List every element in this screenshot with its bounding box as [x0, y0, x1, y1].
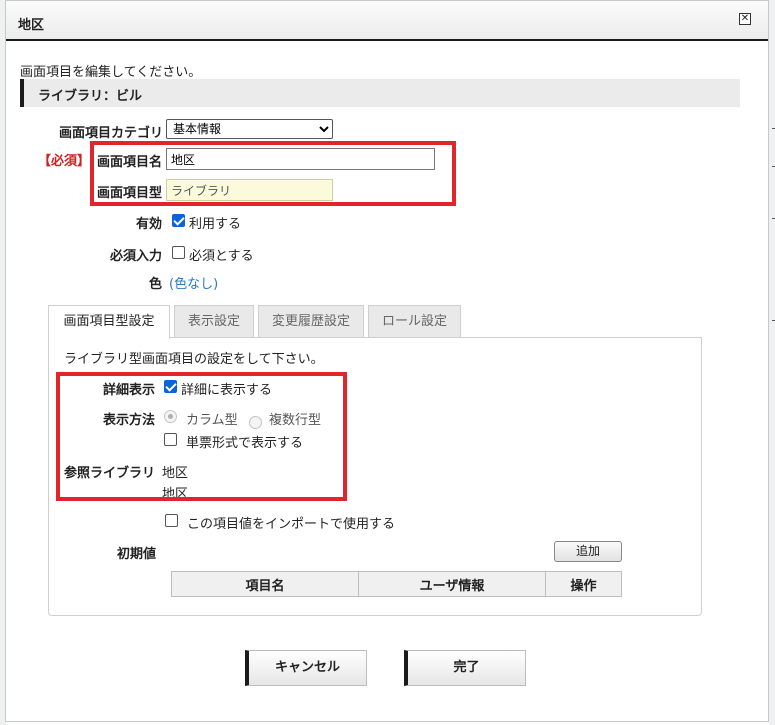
import-text: この項目値をインポートで使用する	[187, 517, 396, 532]
page-backdrop-right	[769, 0, 775, 725]
intro-text: 画面項目を編集してください。	[20, 65, 202, 80]
dialog-titlebar: 地区 ✕	[6, 1, 768, 41]
cancel-button[interactable]: キャンセル	[245, 650, 367, 686]
section-header: ライブラリ：ビル	[20, 79, 740, 107]
tab-display-settings[interactable]: 表示設定	[174, 305, 254, 338]
tab-role-settings[interactable]: ロール設定	[368, 305, 461, 338]
column-header-operation: 操作	[545, 571, 622, 597]
color-link[interactable]: (色なし)	[169, 273, 218, 292]
enabled-checkbox[interactable]	[172, 214, 185, 227]
required-badge: 【必須】	[38, 154, 91, 169]
panel-description: ライブラリ型画面項目の設定をして下さい。	[64, 352, 324, 367]
column-header-item-name: 項目名	[171, 571, 359, 597]
tab-item-type-settings[interactable]: 画面項目型設定	[48, 305, 170, 339]
add-button[interactable]: 追加	[554, 541, 622, 562]
mandatory-checkbox[interactable]	[172, 246, 185, 259]
initial-value-label: 初期値	[117, 547, 157, 562]
import-checkbox[interactable]	[165, 514, 178, 527]
initial-value-table: 項目名 ユーザ情報 操作	[171, 571, 622, 597]
enabled-text: 利用する	[189, 217, 242, 232]
highlight-box-name-type	[90, 141, 456, 206]
column-header-user-info: ユーザ情報	[358, 571, 546, 597]
category-select[interactable]: 基本情報	[166, 119, 333, 139]
table-header-row: 項目名 ユーザ情報 操作	[171, 571, 622, 597]
tab-history-settings[interactable]: 変更履歴設定	[258, 305, 364, 338]
dialog-title: 地区	[18, 18, 45, 33]
mandatory-label: 必須入力	[110, 249, 163, 264]
category-label: 画面項目カテゴリ	[59, 126, 164, 141]
mandatory-text: 必須とする	[189, 249, 254, 264]
section-header-title: ライブラリ：ビル	[38, 89, 143, 104]
highlight-box-panel-settings	[56, 372, 347, 501]
color-label: 色	[149, 277, 163, 292]
done-button[interactable]: 完了	[404, 650, 526, 686]
enabled-label: 有効	[136, 217, 163, 232]
close-icon[interactable]: ✕	[739, 13, 751, 25]
